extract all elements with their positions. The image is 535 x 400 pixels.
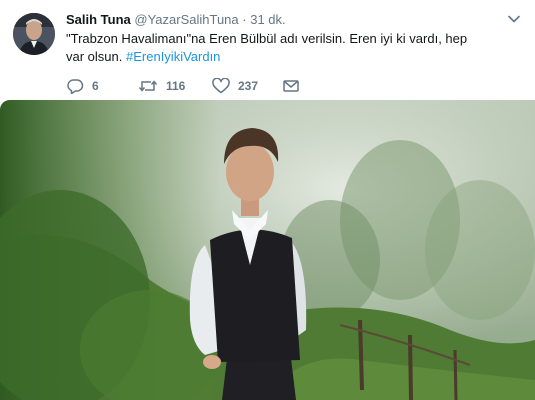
retweet-button[interactable]: 116	[138, 76, 185, 96]
like-button[interactable]: 237	[212, 76, 258, 96]
tweet-text: "Trabzon Havalimanı"na Eren Bülbül adı v…	[66, 30, 476, 66]
hashtag-link[interactable]: #ErenIyikiVardın	[126, 49, 220, 64]
reply-count: 6	[92, 79, 99, 93]
retweet-icon	[138, 78, 158, 94]
tweet[interactable]: Salih Tuna @YazarSalihTuna · 31 dk. "Tra…	[0, 0, 535, 400]
time-separator: ·	[242, 12, 247, 27]
avatar-image	[13, 13, 55, 55]
tweet-header: Salih Tuna @YazarSalihTuna · 31 dk.	[66, 12, 505, 28]
like-count: 237	[238, 79, 259, 93]
reply-button[interactable]: 6	[66, 76, 99, 96]
direct-message-button[interactable]	[282, 76, 300, 96]
author-name[interactable]: Salih Tuna	[66, 12, 131, 27]
tweet-photo[interactable]	[0, 100, 535, 400]
retweet-count: 116	[166, 79, 186, 93]
heart-icon	[212, 78, 230, 94]
chevron-down-icon[interactable]	[507, 12, 521, 26]
author-handle[interactable]: @YazarSalihTuna	[134, 12, 238, 27]
tweet-timestamp[interactable]: 31 dk.	[250, 12, 285, 27]
reply-icon	[66, 78, 84, 94]
avatar[interactable]	[13, 13, 55, 55]
photo-image	[0, 100, 535, 400]
envelope-icon	[282, 78, 300, 94]
